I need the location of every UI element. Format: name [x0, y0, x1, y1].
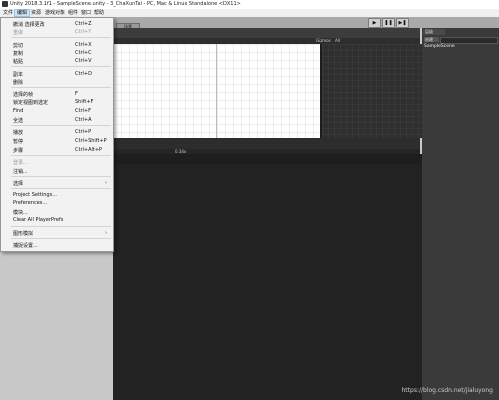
menu-delete[interactable]: 删除 — [13, 79, 23, 86]
menu-find-shortcut: Ctrl+F — [75, 108, 91, 114]
menu-play-shortcut: Ctrl+P — [75, 129, 92, 135]
menu-help[interactable]: 帮助 — [92, 9, 106, 17]
menu-separator — [11, 87, 111, 88]
menu-lock-view[interactable]: 锁定视图到选定 — [13, 99, 48, 106]
menu-redo-shortcut: Ctrl+Y — [75, 29, 92, 35]
project-toolbar — [113, 154, 422, 164]
menu-lock-view-shortcut: Shift+F — [75, 99, 94, 105]
menu-sign-in[interactable]: 登录... — [13, 159, 28, 166]
menu-separator — [11, 176, 111, 177]
submenu-arrow-icon: › — [105, 180, 107, 186]
menu-pause[interactable]: 暂停 — [13, 138, 23, 145]
hierarchy-panel — [422, 28, 499, 400]
menu-edit[interactable]: 编辑 — [14, 9, 31, 17]
watermark-text: https://blog.csdn.net/jialuyong — [401, 387, 494, 394]
menu-separator — [11, 125, 111, 126]
project-panel — [113, 164, 422, 400]
menu-duplicate-shortcut: Ctrl+D — [75, 71, 92, 77]
menu-separator — [11, 155, 111, 156]
hierarchy-search-input[interactable] — [440, 37, 498, 44]
menu-component[interactable]: 组件 — [66, 9, 80, 17]
hierarchy-scene-item[interactable]: SampleScene — [424, 44, 455, 49]
menu-paste[interactable]: 粘贴 — [13, 58, 23, 65]
menu-preferences[interactable]: Preferences... — [13, 200, 47, 206]
menu-file[interactable]: 文件 — [1, 9, 15, 17]
menu-cut[interactable]: 剪切 — [13, 42, 23, 49]
menu-modules[interactable]: 模块... — [13, 209, 28, 216]
menu-undo-shortcut: Ctrl+Z — [75, 21, 92, 27]
menu-separator — [11, 37, 111, 38]
menu-frame-selected[interactable]: 选择的帧 — [13, 91, 33, 98]
menu-separator — [11, 188, 111, 189]
menu-sign-out[interactable]: 注销... — [13, 168, 28, 175]
window-title: Unity 2018.3.1f1 - SampleScene.unity - 3… — [10, 1, 241, 7]
menu-separator — [11, 66, 111, 67]
menu-select-all[interactable]: 全选 — [13, 117, 23, 124]
menu-select-all-shortcut: Ctrl+A — [75, 117, 92, 123]
menu-paste-shortcut: Ctrl+V — [75, 58, 92, 64]
menu-redo[interactable]: 重做 — [13, 29, 23, 36]
menu-gameobject[interactable]: 游戏对象 — [43, 9, 67, 17]
play-button[interactable]: ▶ — [368, 18, 381, 28]
menu-step-shortcut: Ctrl+Alt+P — [75, 147, 103, 153]
menu-snap-settings[interactable]: 捕捉设置... — [13, 242, 38, 249]
menu-window[interactable]: 窗口 — [79, 9, 93, 17]
submenu-arrow-icon: › — [105, 230, 107, 236]
menu-graphics-emulation[interactable]: 图形模拟 — [13, 230, 33, 237]
menu-selection[interactable]: 选择 — [13, 180, 23, 187]
step-button[interactable]: ▶❚ — [396, 18, 409, 28]
menu-pause-shortcut: Ctrl+Shift+P — [75, 138, 107, 144]
menu-find[interactable]: Find — [13, 108, 23, 114]
menu-step[interactable]: 步骤 — [13, 147, 23, 154]
edit-menu-dropdown: 撤消 选择更改 Ctrl+Z 重做 Ctrl+Y 剪切 Ctrl+X 复制 Ct… — [0, 17, 114, 252]
pause-button[interactable]: ❚❚ — [382, 18, 395, 28]
game-view-panel[interactable] — [320, 44, 422, 138]
menu-frame-selected-shortcut: F — [75, 91, 78, 97]
menu-undo[interactable]: 撤消 选择更改 — [13, 21, 45, 28]
menu-duplicate[interactable]: 副本 — [13, 71, 23, 78]
hierarchy-create-button[interactable]: 创建 — [424, 37, 439, 42]
menu-clear-playerprefs[interactable]: Clear All PlayerPrefs — [13, 217, 63, 223]
menu-play[interactable]: 播放 — [13, 129, 23, 136]
hierarchy-tab[interactable]: 层级 — [423, 29, 445, 35]
menu-cut-shortcut: Ctrl+X — [75, 42, 92, 48]
menu-assets[interactable]: 资源 — [29, 9, 43, 17]
unity-logo-icon — [2, 1, 8, 7]
menu-project-settings[interactable]: Project Settings... — [13, 192, 57, 198]
menu-copy-shortcut: Ctrl+C — [75, 50, 92, 56]
menu-separator — [11, 238, 111, 239]
grid-axis-line — [216, 44, 217, 138]
menu-copy[interactable]: 复制 — [13, 50, 23, 57]
menu-separator — [11, 226, 111, 227]
console-toolbar — [113, 138, 420, 149]
